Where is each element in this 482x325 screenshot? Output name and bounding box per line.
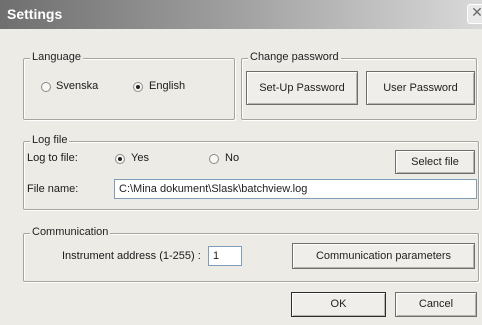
user-password-button[interactable]: User Password — [366, 71, 475, 105]
close-button[interactable]: ✕ — [467, 4, 482, 24]
language-legend: Language — [30, 51, 83, 63]
change-password-legend: Change password — [248, 51, 341, 63]
instrument-address-label: Instrument address (1-255) : — [62, 250, 201, 262]
window-title: Settings — [7, 6, 63, 22]
log-to-file-label: Log to file: — [27, 152, 78, 164]
settings-dialog: Settings ✕ Language Svenska English Chan… — [0, 0, 482, 325]
file-name-input[interactable]: C:\Mina dokument\Slask\batchview.log — [114, 179, 477, 199]
radio-svenska-label: Svenska — [56, 80, 99, 92]
log-file-legend: Log file — [30, 134, 70, 146]
communication-legend: Communication — [30, 226, 111, 238]
cancel-label: Cancel — [418, 298, 454, 310]
close-icon: ✕ — [471, 5, 482, 21]
radio-log-yes[interactable] — [115, 154, 125, 164]
ok-label: OK — [330, 298, 347, 310]
communication-parameters-label: Communication parameters — [315, 250, 452, 262]
cancel-button[interactable]: Cancel — [395, 292, 477, 317]
user-password-label: User Password — [383, 82, 458, 94]
instrument-address-value: 1 — [213, 250, 220, 262]
select-file-button[interactable]: Select file — [395, 150, 475, 174]
radio-svenska[interactable] — [41, 82, 51, 92]
setup-password-label: Set-Up Password — [259, 82, 345, 94]
radio-log-no-label: No — [225, 152, 240, 164]
title-bar[interactable]: Settings ✕ — [0, 0, 482, 29]
language-group: Language — [23, 51, 235, 120]
radio-english[interactable] — [133, 82, 143, 92]
instrument-address-input[interactable]: 1 — [208, 246, 242, 266]
select-file-label: Select file — [411, 156, 459, 168]
ok-button[interactable]: OK — [291, 292, 386, 317]
radio-log-no[interactable] — [209, 154, 219, 164]
communication-parameters-button[interactable]: Communication parameters — [292, 243, 475, 269]
radio-log-yes-label: Yes — [131, 152, 149, 164]
radio-english-label: English — [149, 80, 186, 92]
file-name-label: File name: — [27, 183, 79, 195]
file-name-value: C:\Mina dokument\Slask\batchview.log — [119, 183, 308, 195]
setup-password-button[interactable]: Set-Up Password — [246, 71, 358, 105]
